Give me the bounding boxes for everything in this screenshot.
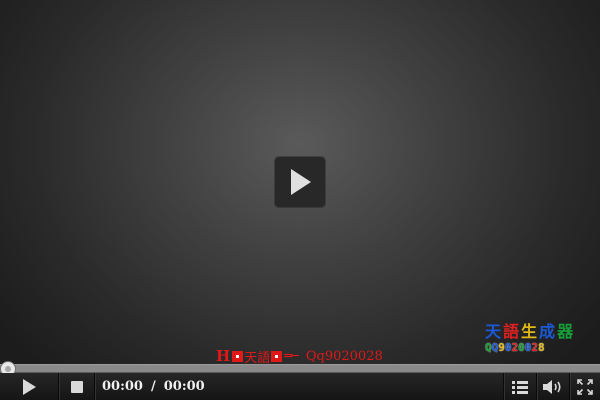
fullscreen-icon [577,378,593,395]
volume-icon [543,379,561,394]
big-play-button[interactable] [275,157,325,207]
logo-char: 成 [539,322,556,341]
logo-digit: 9 [498,341,505,354]
play-icon [291,169,311,195]
logo-digit: Q [485,341,492,354]
volume-button[interactable] [537,373,569,400]
brand-logo: 天語生成器 QQ9020028 [485,323,593,354]
watermark-box [232,350,244,362]
time-display: 00:00 / 00:00 [102,373,209,400]
watermark-qq: Qq9020028 [305,348,383,364]
playlist-button[interactable] [504,373,536,400]
control-bar: 00:00 / 00:00 [0,373,600,400]
stop-icon [70,380,83,393]
stop-button[interactable] [59,373,94,400]
total-time: 00:00 [163,379,205,394]
watermark-h-glyph: H [216,347,231,365]
play-button[interactable] [0,373,58,400]
play-icon [23,378,36,395]
watermark-box [271,350,283,362]
logo-char: 器 [557,322,574,341]
logo-char: 天 [485,322,502,341]
logo-title: 天語生成器 [485,323,593,341]
progress-bar[interactable] [0,364,600,373]
logo-char: 生 [521,322,538,341]
watermark-brand: 天語 [244,350,271,366]
logo-digit: 2 [531,341,538,354]
logo-char: 語 [503,322,520,341]
watermark-text: H 天語 ═─ Qq9020028 [216,346,383,366]
current-time: 00:00 [102,379,143,394]
logo-number: QQ9020028 [485,342,593,354]
divider [94,373,95,400]
video-player[interactable]: H 天語 ═─ Qq9020028 天語生成器 QQ9020028 00:00 … [0,0,600,400]
watermark-dashes: ═─ [284,348,299,364]
list-icon [512,380,528,394]
time-separator: / [150,379,156,394]
logo-digit: 0 [504,341,512,354]
logo-digit: 0 [518,341,525,354]
logo-digit: 8 [538,341,545,354]
fullscreen-button[interactable] [570,373,600,400]
